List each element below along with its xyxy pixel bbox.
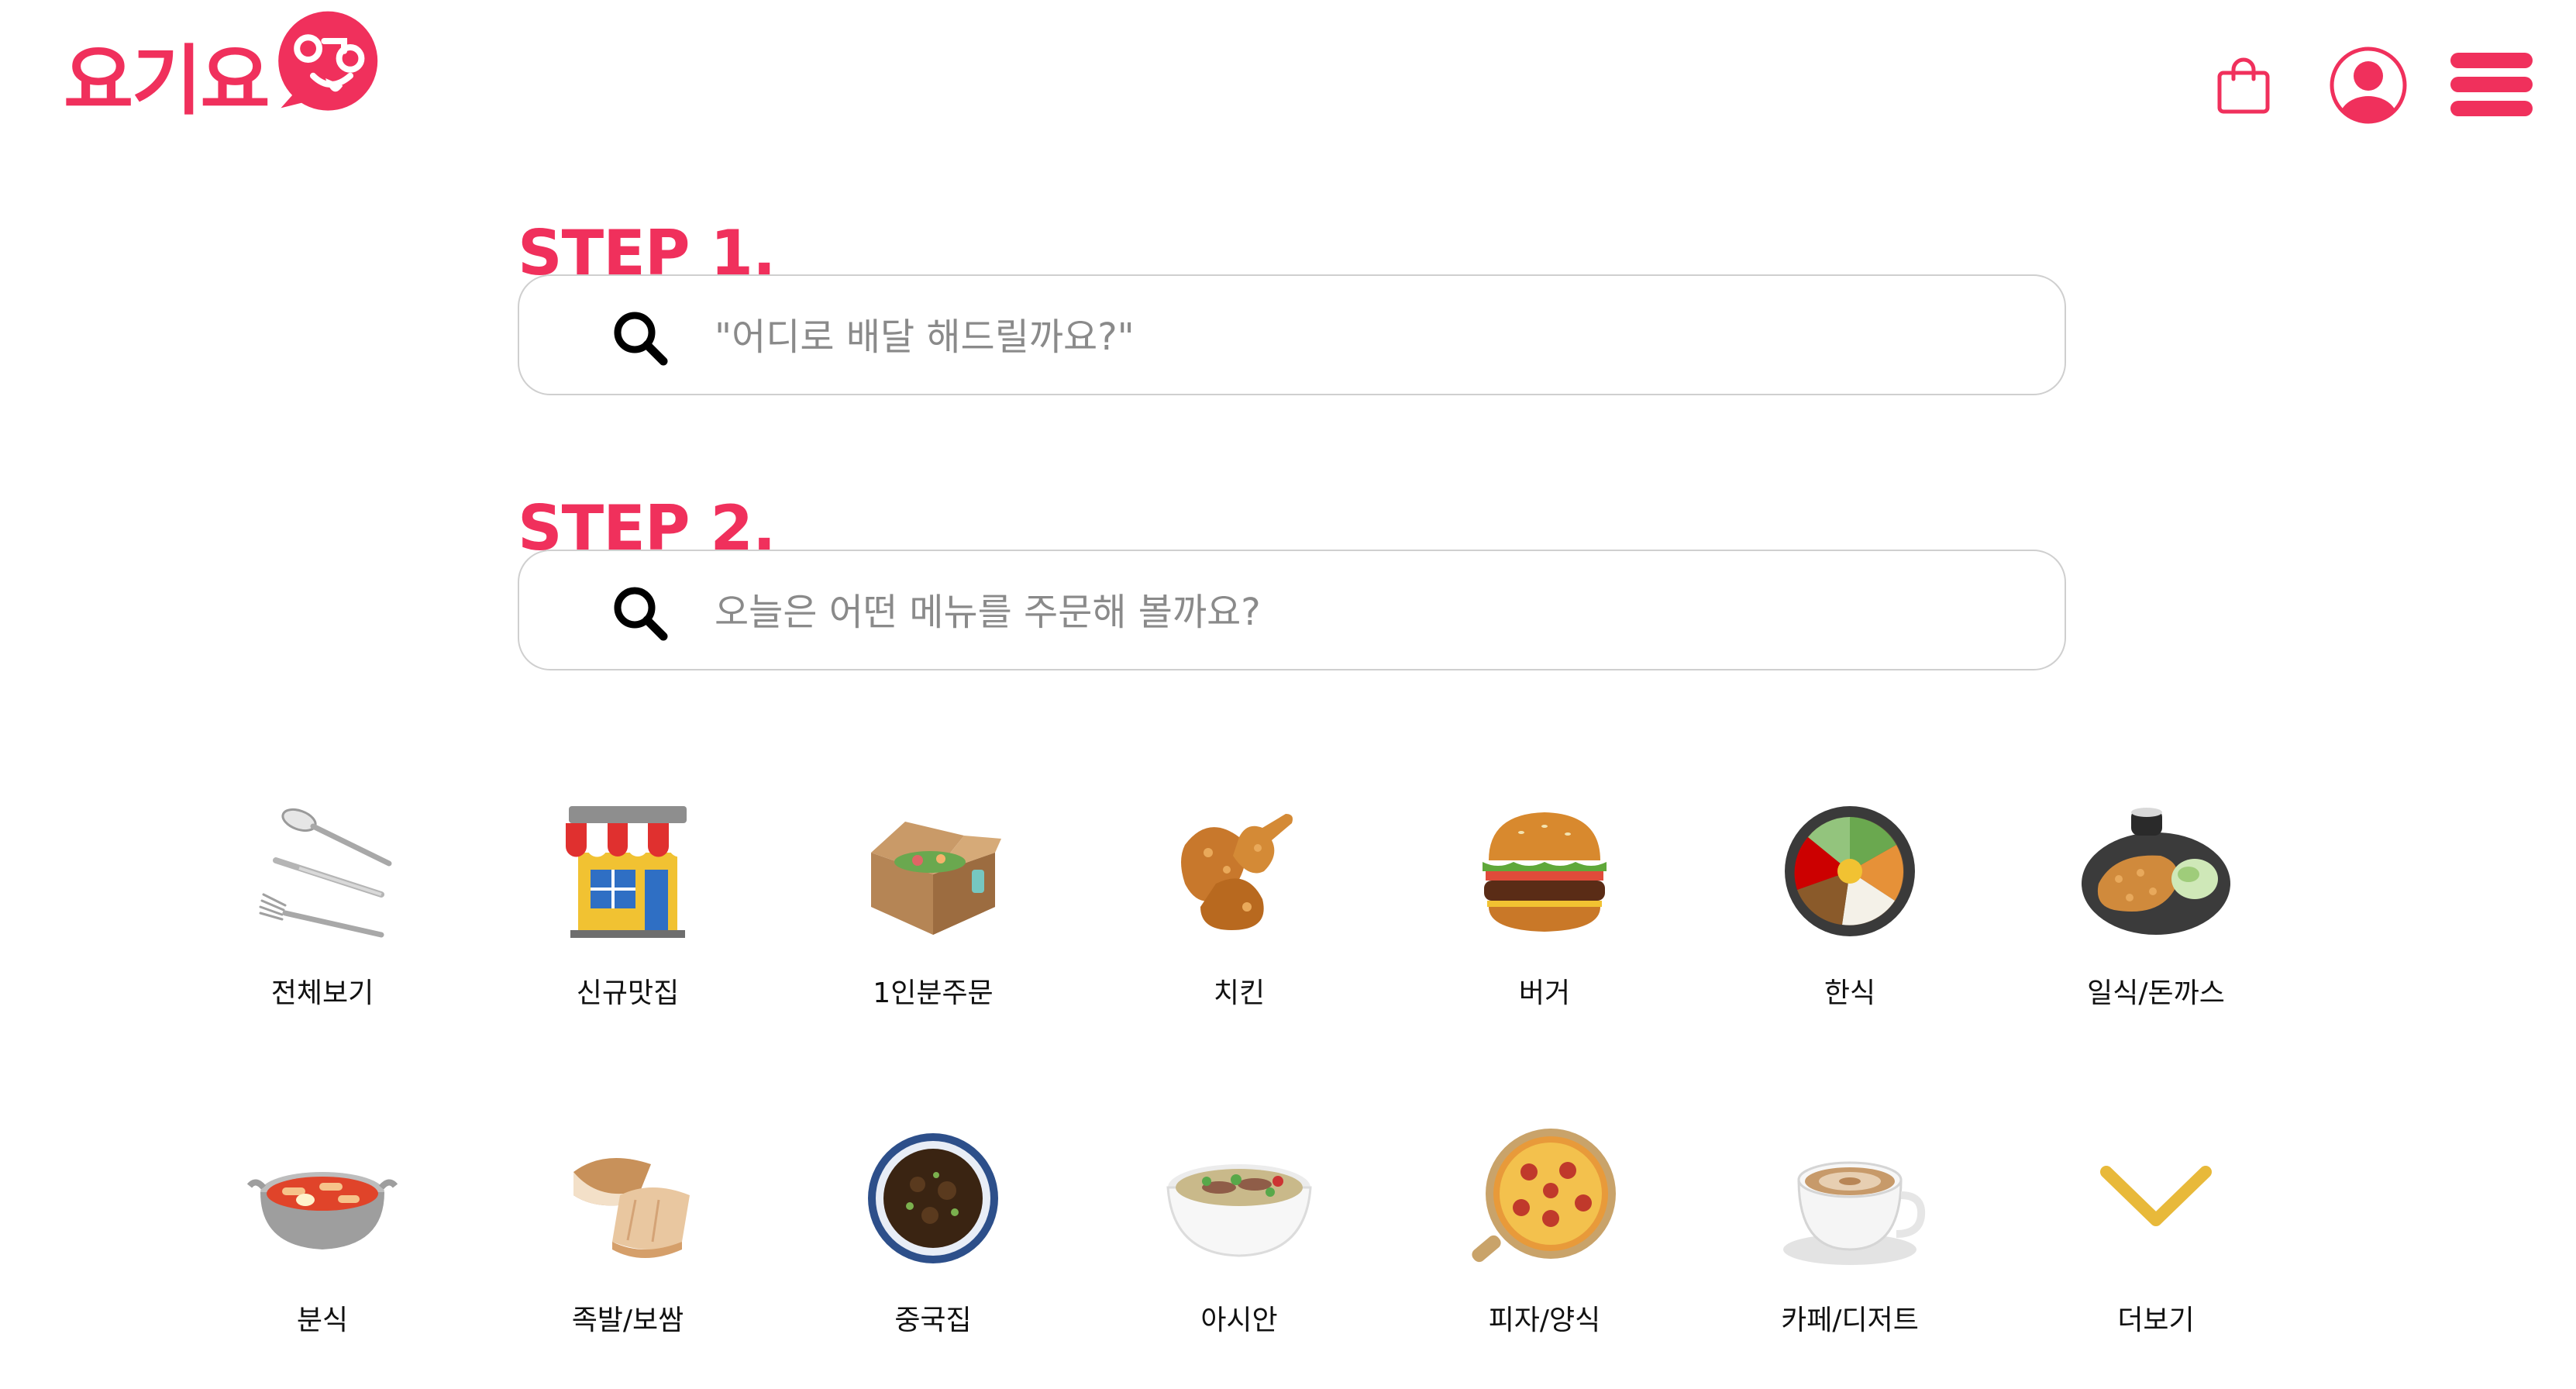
category-label: 분식 — [296, 1305, 349, 1336]
category-burger[interactable]: 버거 — [1428, 798, 1661, 1015]
category-label: 중국집 — [894, 1305, 972, 1336]
logo-text: 요기요 — [64, 37, 270, 126]
category-new[interactable]: 신규맛집 — [511, 798, 744, 1015]
category-label: 전체보기 — [270, 977, 374, 1009]
category-single-portion[interactable]: 1인분주문 — [817, 798, 1049, 1015]
pizza-icon — [1472, 1129, 1616, 1263]
coffee-icon — [1783, 1161, 1926, 1265]
storefront-icon — [566, 806, 690, 938]
logo-face-icon — [278, 11, 378, 111]
pho-icon — [1166, 1164, 1312, 1257]
category-asian[interactable]: 아시안 — [1123, 1125, 1355, 1342]
menu-search-input[interactable] — [713, 577, 1995, 647]
category-chicken[interactable]: 치킨 — [1123, 798, 1355, 1015]
chevron-down-icon[interactable] — [2078, 1125, 2233, 1273]
category-label: 더보기 — [2117, 1305, 2195, 1336]
category-label: 1인분주문 — [873, 977, 994, 1009]
tonkatsu-icon — [2082, 808, 2230, 935]
cutlery-icon — [259, 808, 392, 938]
category-label: 피자/양식 — [1488, 1305, 1601, 1336]
category-chinese[interactable]: 중국집 — [817, 1125, 1049, 1342]
category-cafe[interactable]: 카페/디저트 — [1734, 1125, 1966, 1342]
category-label: 카페/디저트 — [1781, 1305, 1919, 1336]
takeout-box-icon — [871, 822, 1001, 935]
category-label: 족발/보쌈 — [571, 1305, 684, 1336]
hamburger-menu-icon[interactable] — [2450, 51, 2533, 118]
category-label: 치킨 — [1213, 977, 1266, 1009]
shopping-bag-icon[interactable] — [2216, 56, 2271, 115]
tteokbokki-icon — [246, 1172, 398, 1249]
category-all[interactable]: 전체보기 — [206, 798, 439, 1015]
category-pizza[interactable]: 피자/양식 — [1428, 1125, 1661, 1342]
burger-icon — [1483, 812, 1607, 932]
logo[interactable]: 요기요 — [64, 11, 387, 132]
category-label: 아시안 — [1200, 1305, 1278, 1336]
category-label: 한식 — [1824, 977, 1876, 1009]
category-label: 일식/돈까스 — [2087, 977, 2225, 1009]
category-snack[interactable]: 분식 — [206, 1125, 439, 1342]
menu-search-box[interactable] — [518, 550, 2066, 670]
address-search-input[interactable] — [713, 302, 1995, 372]
search-icon[interactable] — [609, 307, 671, 369]
category-korean[interactable]: 한식 — [1734, 798, 1966, 1015]
bibimbap-icon — [1785, 806, 1915, 936]
category-label: 신규맛집 — [576, 977, 680, 1009]
category-more[interactable]: 더보기 — [2040, 1125, 2272, 1342]
search-icon[interactable] — [609, 582, 671, 644]
category-jokbal[interactable]: 족발/보쌈 — [511, 1125, 744, 1342]
category-label: 버거 — [1518, 977, 1571, 1009]
fried-chicken-icon — [1181, 814, 1293, 930]
chinese-food-icon — [868, 1133, 998, 1263]
jokbal-icon — [573, 1158, 690, 1258]
user-icon[interactable] — [2328, 45, 2409, 126]
category-japanese[interactable]: 일식/돈까스 — [2040, 798, 2272, 1015]
address-search-box[interactable] — [518, 274, 2066, 395]
